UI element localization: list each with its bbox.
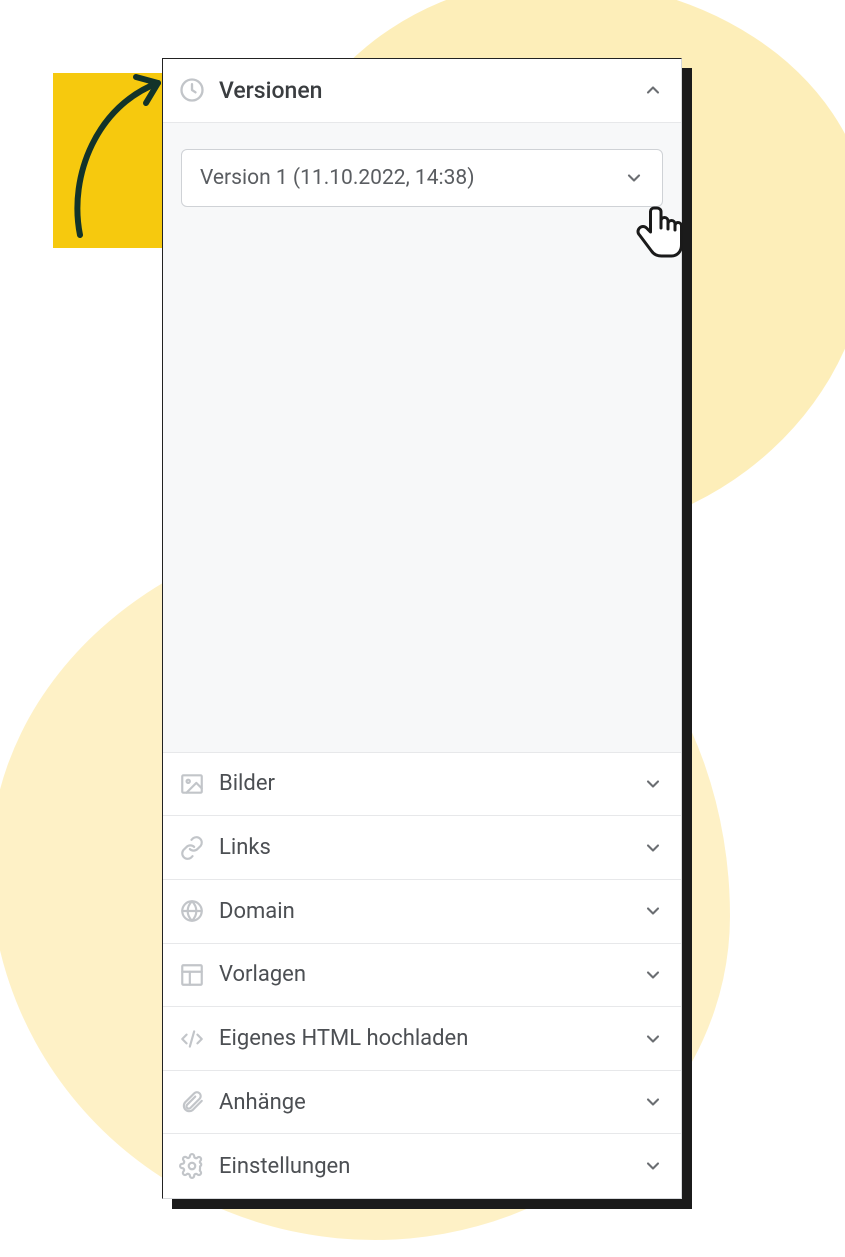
section-label: Links <box>219 835 643 860</box>
layout-icon <box>177 960 207 990</box>
section-header-images[interactable]: Bilder <box>163 753 681 817</box>
section-header-templates[interactable]: Vorlagen <box>163 944 681 1008</box>
section-label: Bilder <box>219 771 643 796</box>
version-select-value: Version 1 (11.10.2022, 14:38) <box>200 166 624 190</box>
gear-icon <box>177 1151 207 1181</box>
chevron-down-icon <box>643 1029 663 1049</box>
chevron-up-icon <box>643 80 663 100</box>
image-icon <box>177 769 207 799</box>
section-header-links[interactable]: Links <box>163 816 681 880</box>
chevron-down-icon <box>624 168 644 188</box>
highlight-marker <box>53 73 173 248</box>
chevron-down-icon <box>643 965 663 985</box>
code-icon <box>177 1024 207 1054</box>
section-header-settings[interactable]: Einstellungen <box>163 1134 681 1198</box>
versions-body: Version 1 (11.10.2022, 14:38) <box>163 123 681 753</box>
chevron-down-icon <box>643 838 663 858</box>
section-label: Eigenes HTML hochladen <box>219 1026 643 1051</box>
section-label: Einstellungen <box>219 1154 643 1179</box>
paperclip-icon <box>177 1087 207 1117</box>
chevron-down-icon <box>643 1156 663 1176</box>
section-header-versions[interactable]: Versionen <box>163 59 681 123</box>
side-panel: Versionen Version 1 (11.10.2022, 14:38) … <box>162 58 682 1199</box>
section-label: Domain <box>219 899 643 924</box>
section-label: Anhänge <box>219 1090 643 1115</box>
section-label: Versionen <box>219 77 643 104</box>
version-select[interactable]: Version 1 (11.10.2022, 14:38) <box>181 149 663 207</box>
section-label: Vorlagen <box>219 962 643 987</box>
section-header-html[interactable]: Eigenes HTML hochladen <box>163 1007 681 1071</box>
section-header-domain[interactable]: Domain <box>163 880 681 944</box>
globe-icon <box>177 896 207 926</box>
link-icon <box>177 833 207 863</box>
chevron-down-icon <box>643 1092 663 1112</box>
clock-icon <box>177 75 207 105</box>
chevron-down-icon <box>643 901 663 921</box>
chevron-down-icon <box>643 774 663 794</box>
section-header-attachments[interactable]: Anhänge <box>163 1071 681 1135</box>
